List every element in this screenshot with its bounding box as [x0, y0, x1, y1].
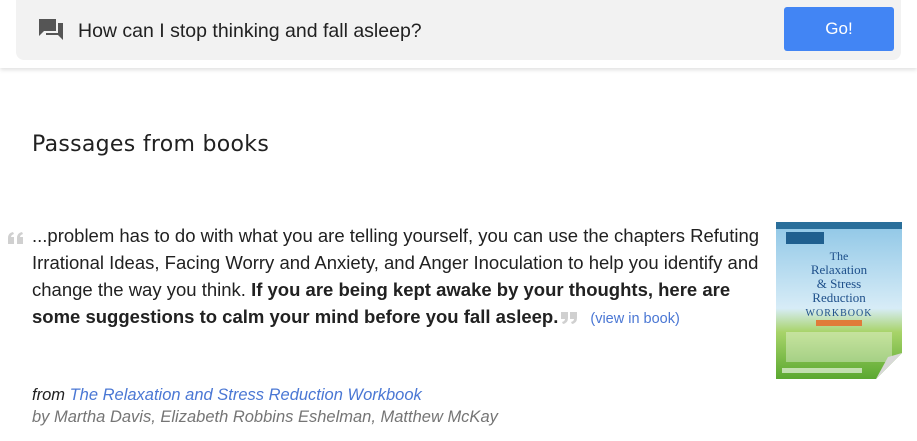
book-citation: from The Relaxation and Stress Reduction…: [32, 384, 498, 428]
open-quote-icon: [8, 232, 23, 244]
cover-title-line: WORKBOOK: [806, 308, 873, 319]
from-label: from: [32, 386, 65, 404]
book-passage: ...problem has to do with what you are t…: [32, 222, 762, 333]
close-quote-icon: [561, 312, 578, 325]
from-line: from The Relaxation and Stress Reduction…: [32, 384, 498, 406]
book-cover-image[interactable]: The Relaxation & Stress Reduction WORKBO…: [776, 222, 902, 379]
view-in-book-link[interactable]: (view in book): [590, 311, 679, 327]
cover-title-line: & Stress: [817, 276, 861, 291]
go-button[interactable]: Go!: [784, 7, 894, 51]
cover-title-line: The: [830, 249, 849, 263]
search-input[interactable]: [78, 19, 678, 43]
cover-title-line: Relaxation: [811, 262, 868, 277]
top-bar: Go!: [0, 0, 917, 68]
book-authors: by Martha Davis, Elizabeth Robbins Eshel…: [32, 408, 498, 426]
cover-title-line: Reduction: [812, 290, 866, 305]
book-title-link[interactable]: The Relaxation and Stress Reduction Work…: [70, 386, 422, 404]
question-answer-icon: [39, 19, 63, 40]
section-title: Passages from books: [32, 132, 270, 157]
